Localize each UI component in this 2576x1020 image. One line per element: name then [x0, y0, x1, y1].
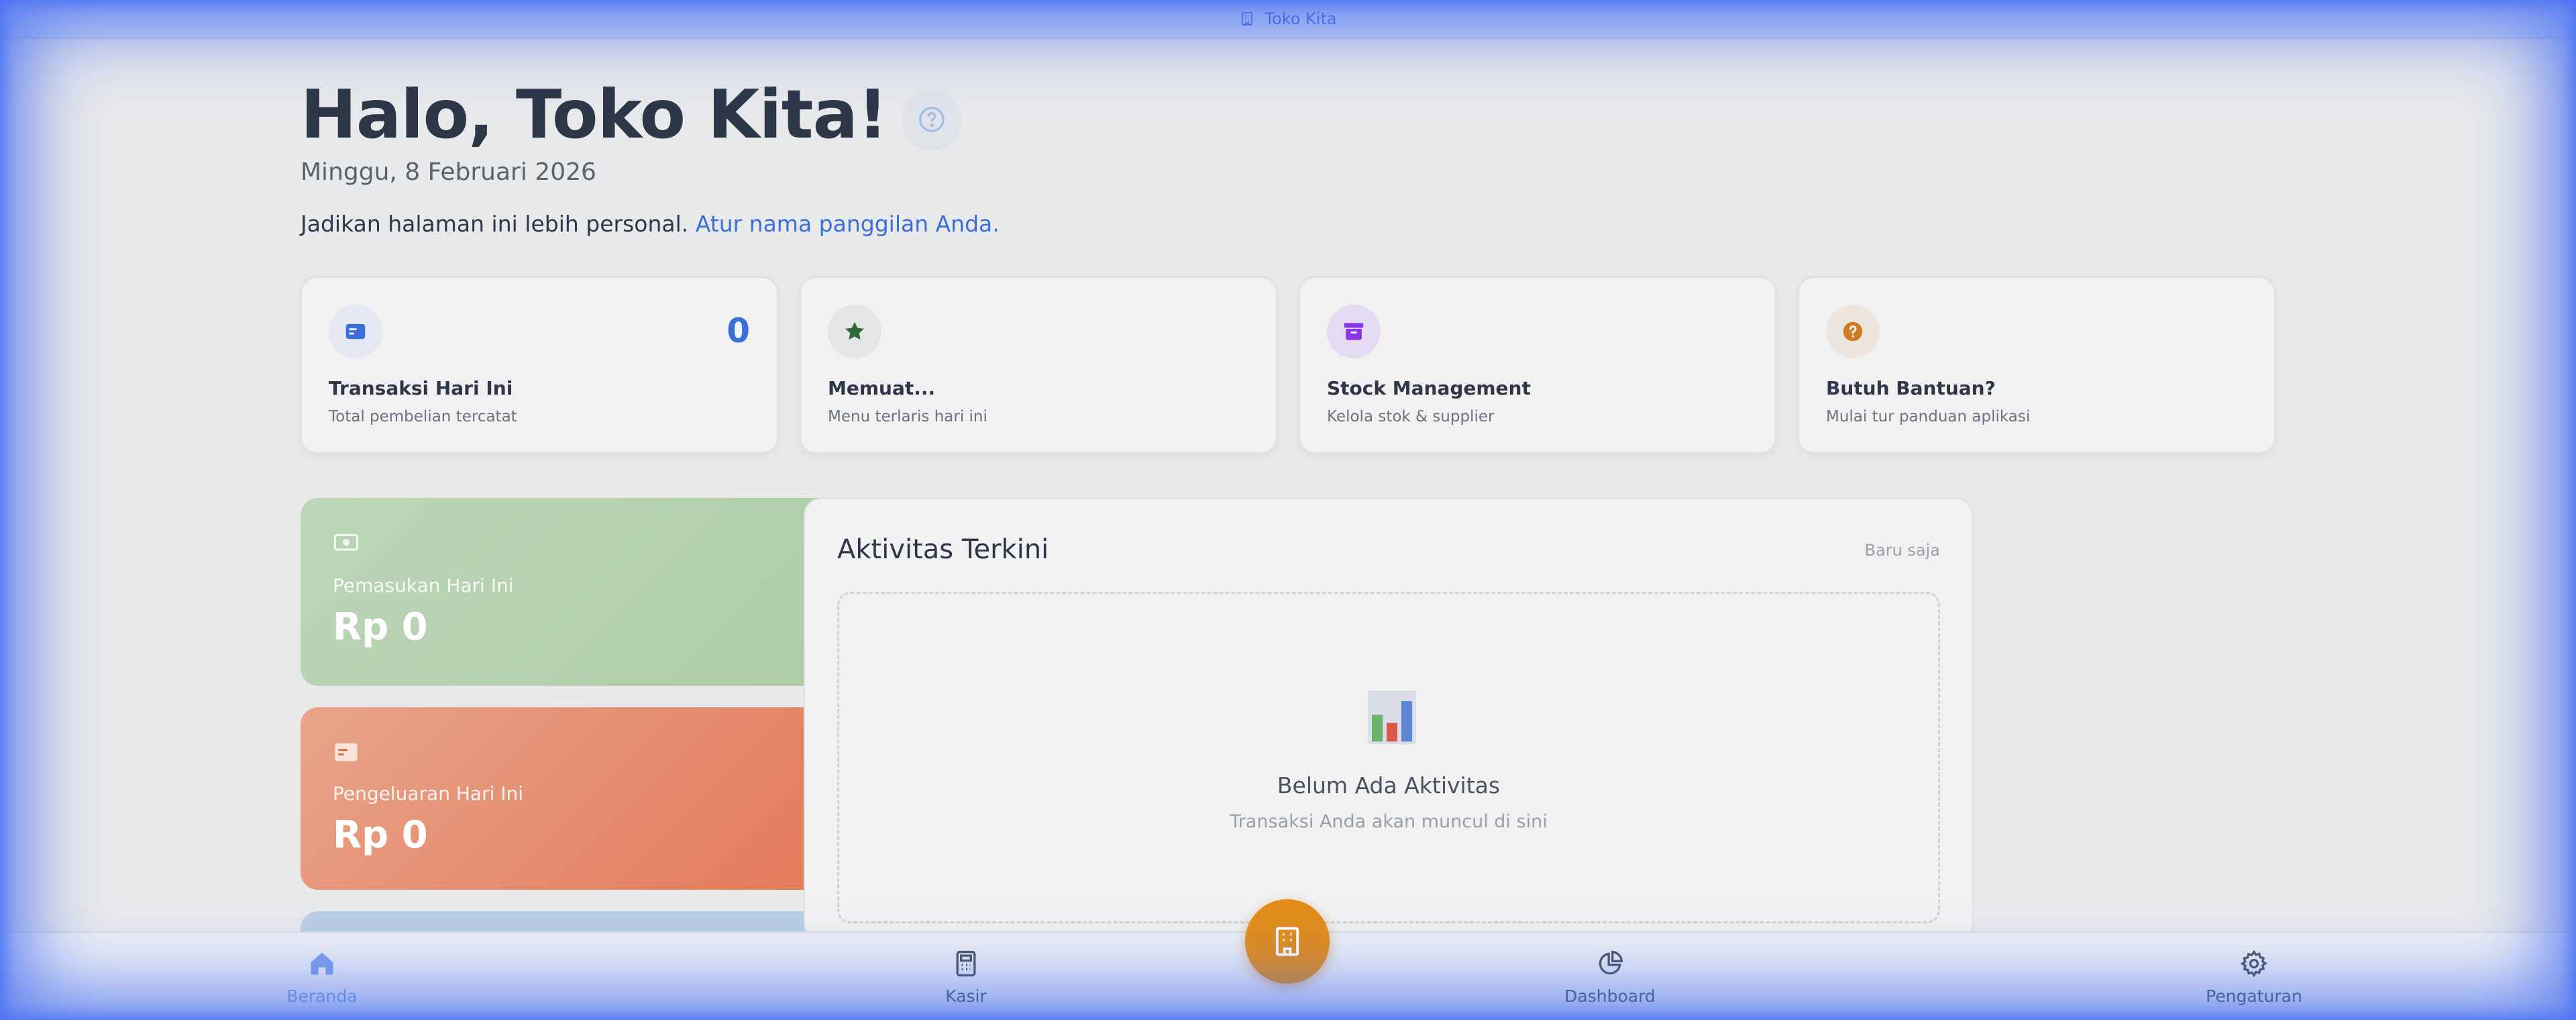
stat-subtitle: Menu terlaris hari ini: [828, 408, 987, 425]
stat-card-best-seller[interactable]: Memuat... Menu terlaris hari ini: [800, 276, 1277, 454]
activity-panel: Aktivitas Terkini Baru saja Belum Ada Ak…: [804, 498, 1974, 941]
calculator-icon: [956, 950, 976, 977]
nav-label: Kasir: [945, 986, 987, 1006]
stat-icon-wrap: [329, 305, 382, 358]
question-circle-icon: [918, 106, 945, 132]
page-title: Halo, Toko Kita!: [301, 75, 888, 154]
stat-subtitle: Mulai tur panduan aplikasi: [1826, 408, 2031, 425]
set-nickname-link[interactable]: Atur nama panggilan Anda.: [696, 211, 1000, 237]
home-icon: [311, 952, 333, 975]
empty-subtitle: Transaksi Anda akan muncul di sini: [1230, 811, 1548, 832]
stat-subtitle: Total pembelian tercatat: [329, 408, 517, 425]
income-label: Pemasukan Hari Ini: [333, 574, 514, 597]
app-title: Toko Kita: [1265, 9, 1337, 28]
building-icon: [1242, 12, 1253, 26]
income-value: Rp 0: [333, 605, 428, 649]
stat-subtitle: Kelola stok & supplier: [1327, 408, 1495, 425]
bar-chart-icon: [1368, 691, 1416, 744]
card-icon: [335, 743, 358, 762]
stat-title: Memuat...: [828, 377, 936, 399]
nav-item-beranda[interactable]: Beranda: [221, 933, 423, 1020]
nav-label: Dashboard: [1564, 986, 1656, 1006]
building-icon: [1275, 927, 1299, 956]
expense-value: Rp 0: [333, 813, 428, 857]
stat-title: Transaksi Hari Ini: [329, 377, 513, 399]
credit-card-icon: [345, 323, 366, 340]
stat-card-help[interactable]: Butuh Bantuan? Mulai tur panduan aplikas…: [1798, 276, 2275, 454]
archive-box-icon: [1344, 323, 1364, 340]
personalize-row: Jadikan halaman ini lebih personal. Atur…: [301, 211, 1000, 237]
cash-icon: [333, 533, 359, 551]
top-bar: Toko Kita: [0, 0, 2576, 39]
current-date: Minggu, 8 Februari 2026: [301, 158, 596, 186]
stat-icon-wrap: [1327, 305, 1381, 358]
activity-time: Baru saja: [1864, 541, 1940, 560]
stat-card-stock[interactable]: Stock Management Kelola stok & supplier: [1299, 276, 1776, 454]
help-button[interactable]: [903, 91, 960, 148]
greeting-row: Halo, Toko Kita!: [301, 75, 960, 154]
stat-card-transactions[interactable]: 0 Transaksi Hari Ini Total pembelian ter…: [301, 276, 778, 454]
empty-title: Belum Ada Aktivitas: [1277, 772, 1501, 799]
stat-title: Butuh Bantuan?: [1826, 377, 1996, 399]
nav-item-pengaturan[interactable]: Pengaturan: [2153, 933, 2355, 1020]
stat-icon-wrap: [828, 305, 881, 358]
nav-label: Beranda: [286, 986, 358, 1006]
expense-label: Pengeluaran Hari Ini: [333, 782, 524, 805]
nav-item-kasir[interactable]: Kasir: [865, 933, 1067, 1020]
stat-icon-wrap: [1826, 305, 1880, 358]
nav-label: Pengaturan: [2206, 986, 2302, 1006]
activity-title: Aktivitas Terkini: [837, 534, 1049, 565]
pie-chart-icon: [1599, 950, 1623, 975]
star-icon: [845, 321, 864, 340]
transaction-count: 0: [727, 311, 750, 350]
nav-item-dashboard[interactable]: Dashboard: [1509, 933, 1711, 1020]
activity-empty-state: Belum Ada Aktivitas Transaksi Anda akan …: [837, 592, 1940, 923]
store-fab-button[interactable]: [1245, 899, 1330, 984]
question-icon: [1843, 321, 1863, 342]
stat-title: Stock Management: [1327, 377, 1531, 399]
gear-icon: [2240, 950, 2267, 978]
personalize-text: Jadikan halaman ini lebih personal.: [301, 211, 689, 237]
